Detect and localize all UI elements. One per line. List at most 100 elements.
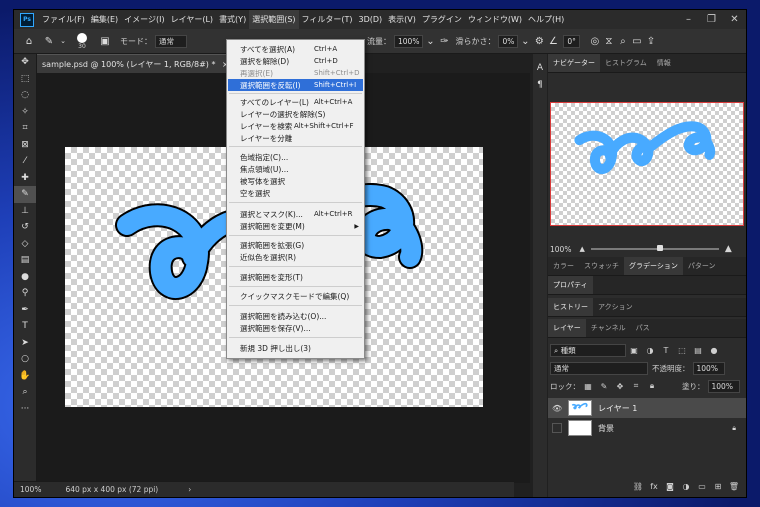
menu-item-quick-mask[interactable]: クイックマスクモードで編集(Q): [228, 290, 363, 302]
minimize-icon[interactable]: –: [677, 14, 700, 25]
flow-field[interactable]: 100%: [394, 34, 424, 48]
menu-help[interactable]: ヘルプ(H): [525, 10, 567, 29]
angle-field[interactable]: 0°: [563, 34, 580, 48]
menu-plugins[interactable]: プラグイン: [419, 10, 465, 29]
paragraph-panel-icon[interactable]: ¶: [533, 77, 547, 94]
menu-item-3d-extrusion[interactable]: 新規 3D 押し出し(3): [228, 342, 363, 354]
chevron-right-icon[interactable]: ›: [188, 485, 191, 494]
tab-layers[interactable]: レイヤー: [548, 319, 586, 337]
filter-pixel-icon[interactable]: ▣: [626, 346, 642, 355]
document-tab[interactable]: sample.psd @ 100% (レイヤー 1, RGB/8#) * ×: [37, 54, 234, 74]
menu-item-color-range[interactable]: 色域指定(C)...: [228, 151, 363, 163]
add-mask-icon[interactable]: ◙: [662, 482, 678, 491]
tab-histogram[interactable]: ヒストグラム: [600, 54, 652, 72]
navigator-zoom[interactable]: 100%: [550, 245, 571, 254]
tab-properties[interactable]: プロパティ: [548, 276, 593, 294]
menu-item-find-layers[interactable]: レイヤーを検索 Alt+Shift+Ctrl+F: [228, 120, 363, 132]
more-tools-icon[interactable]: ···: [14, 401, 36, 418]
menu-item-reselect[interactable]: 再選択(E) Shift+Ctrl+D: [228, 67, 363, 79]
airbrush-icon[interactable]: ✑: [437, 36, 451, 47]
layer-name[interactable]: レイヤー 1: [598, 403, 637, 414]
workspace-icon[interactable]: ▭: [630, 36, 644, 47]
menu-layer[interactable]: レイヤー(L): [168, 10, 216, 29]
menu-window[interactable]: ウィンドウ(W): [465, 10, 525, 29]
fill-field[interactable]: 100%: [707, 379, 740, 393]
maximize-icon[interactable]: ❐: [700, 14, 723, 25]
frame-tool-icon[interactable]: ⊠: [14, 137, 36, 154]
history-brush-tool-icon[interactable]: ↺: [14, 219, 36, 236]
zoom-tool-icon[interactable]: ⌕: [14, 384, 36, 401]
tab-patterns[interactable]: パターン: [683, 257, 721, 275]
menu-item-grow[interactable]: 選択範囲を拡張(G): [228, 239, 363, 251]
home-icon[interactable]: ⌂: [22, 36, 36, 47]
zoom-slider-thumb[interactable]: [656, 245, 663, 251]
tab-info[interactable]: 情報: [652, 54, 676, 72]
menu-item-deselect-layers[interactable]: レイヤーの選択を解除(S): [228, 108, 363, 120]
mode-select[interactable]: 通常: [155, 34, 187, 48]
brush-preset-picker[interactable]: 30: [74, 32, 90, 50]
tab-navigator[interactable]: ナビゲーター: [548, 54, 600, 72]
brush-tool-icon[interactable]: ✎: [14, 186, 36, 203]
menu-file[interactable]: ファイル(F): [39, 10, 88, 29]
link-layers-icon[interactable]: ⛓: [630, 482, 646, 491]
visibility-eye-icon[interactable]: 👁︎: [552, 404, 562, 413]
gradient-tool-icon[interactable]: ▤: [14, 252, 36, 269]
menu-item-select-and-mask[interactable]: 選択とマスク(K)... Alt+Ctrl+R: [228, 208, 363, 220]
tab-paths[interactable]: パス: [631, 319, 655, 337]
filter-smart-object-icon[interactable]: ▤: [690, 346, 706, 355]
dodge-tool-icon[interactable]: ⚲: [14, 285, 36, 302]
menu-item-similar[interactable]: 近似色を選択(R): [228, 251, 363, 263]
search-icon[interactable]: ⌕: [616, 36, 630, 47]
chevron-down-icon[interactable]: ⌄: [518, 36, 532, 47]
crop-tool-icon[interactable]: ⌗: [14, 120, 36, 137]
healing-tool-icon[interactable]: ✚: [14, 170, 36, 187]
visibility-toggle[interactable]: [552, 423, 562, 433]
lasso-tool-icon[interactable]: ◌: [14, 87, 36, 104]
gear-icon[interactable]: ⚙: [532, 36, 546, 47]
chevron-down-icon[interactable]: ⌄: [56, 37, 70, 45]
tab-gradients[interactable]: グラデーション: [624, 257, 683, 275]
adjustment-layer-icon[interactable]: ◑: [678, 482, 694, 491]
hand-tool-icon[interactable]: ✋: [14, 368, 36, 385]
blend-mode-select[interactable]: 通常: [550, 361, 648, 375]
layer-name[interactable]: 背景: [598, 423, 614, 434]
layer-row-background[interactable]: 背景 🔒︎: [548, 418, 746, 438]
brush-settings-icon[interactable]: ▣: [98, 36, 112, 47]
menu-item-inverse[interactable]: 選択範囲を反転(I) Shift+Ctrl+I: [228, 79, 363, 91]
brush-tool-icon[interactable]: ✎: [42, 36, 56, 47]
zoom-level[interactable]: 100%: [20, 485, 41, 494]
tab-history[interactable]: ヒストリー: [548, 298, 593, 316]
pen-tool-icon[interactable]: ✒: [14, 302, 36, 319]
shape-tool-icon[interactable]: ○: [14, 351, 36, 368]
menu-item-load-selection[interactable]: 選択範囲を読み込む(O)...: [228, 310, 363, 322]
share-icon[interactable]: ⇪: [644, 36, 658, 47]
menu-item-transform-selection[interactable]: 選択範囲を変形(T): [228, 271, 363, 283]
marquee-tool-icon[interactable]: ⬚: [14, 71, 36, 88]
eyedropper-tool-icon[interactable]: ⁄: [14, 153, 36, 170]
stamp-tool-icon[interactable]: ⊥: [14, 203, 36, 220]
menu-view[interactable]: 表示(V): [385, 10, 419, 29]
blur-tool-icon[interactable]: ●: [14, 269, 36, 286]
menu-item-save-selection[interactable]: 選択範囲を保存(V)...: [228, 322, 363, 334]
menu-type[interactable]: 書式(Y): [216, 10, 249, 29]
tab-channels[interactable]: チャンネル: [586, 319, 631, 337]
tab-color[interactable]: カラー: [548, 257, 579, 275]
zoom-slider[interactable]: [590, 245, 719, 251]
menu-filter[interactable]: フィルター(T): [299, 10, 356, 29]
kind-filter-select[interactable]: ⌕ 種類: [550, 343, 626, 357]
close-icon[interactable]: ✕: [723, 14, 746, 25]
pressure-icon[interactable]: ◎: [588, 36, 602, 47]
menu-item-focus-area[interactable]: 焦点領域(U)...: [228, 163, 363, 175]
layer-style-icon[interactable]: fx: [646, 482, 662, 491]
lock-all-icon[interactable]: 🔒︎: [644, 381, 660, 391]
new-group-icon[interactable]: ▭: [694, 482, 710, 491]
menu-item-modify[interactable]: 選択範囲を変更(M) ▶: [228, 220, 363, 232]
smoothing-field[interactable]: 0%: [498, 34, 519, 48]
new-layer-icon[interactable]: ⊞: [710, 482, 726, 491]
lock-transparency-icon[interactable]: ▦: [580, 382, 596, 391]
filter-type-icon[interactable]: T: [658, 346, 674, 355]
lock-position-icon[interactable]: ✥: [612, 382, 628, 391]
layer-row-layer1[interactable]: 👁︎ レイヤー 1: [548, 398, 746, 418]
opacity-field[interactable]: 100%: [692, 361, 725, 375]
magic-wand-tool-icon[interactable]: ✧: [14, 104, 36, 121]
